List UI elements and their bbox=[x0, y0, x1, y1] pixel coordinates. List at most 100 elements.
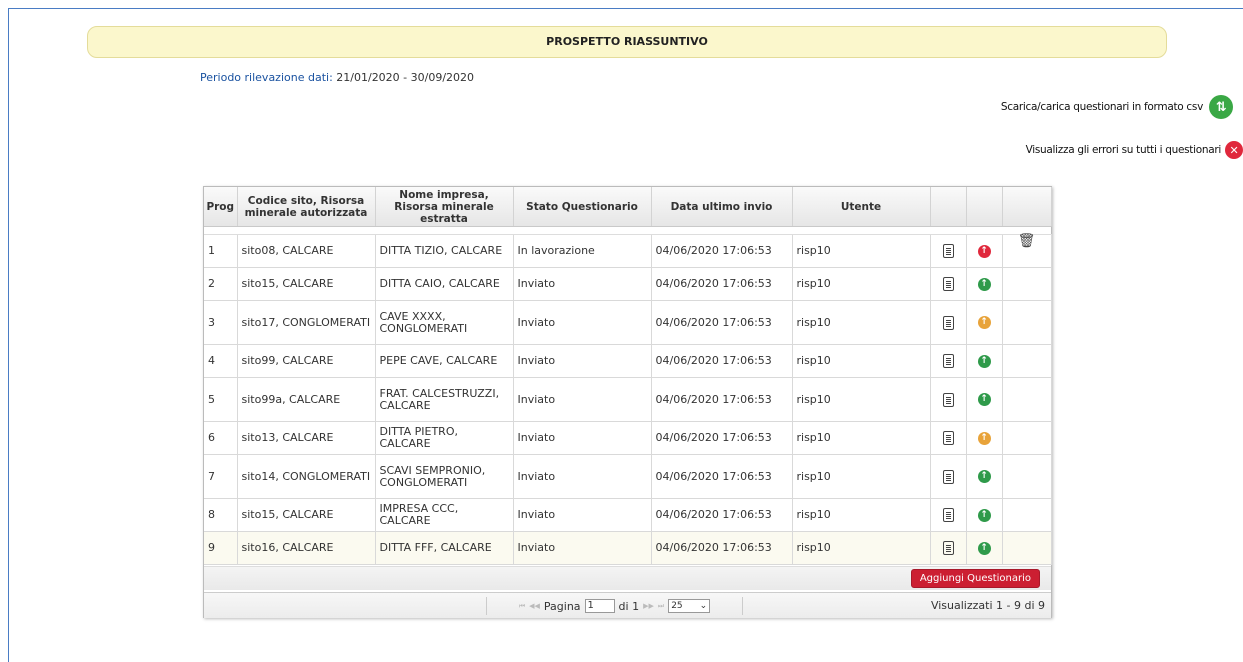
first-page-icon[interactable]: ⏮ bbox=[519, 602, 525, 611]
col-header-prog[interactable]: Prog bbox=[204, 187, 238, 227]
cell-status: ↑ bbox=[966, 234, 1003, 268]
page-size-value: 25 bbox=[671, 601, 683, 611]
pager: ⏮ ◀◀ Pagina 1 di 1 ▶▶ ⏭ 25 ⌄ bbox=[486, 597, 743, 615]
cell-doc bbox=[930, 531, 967, 565]
upload-download-icon[interactable]: ⇅ bbox=[1209, 95, 1233, 119]
col-header-doc bbox=[930, 187, 967, 227]
document-icon[interactable] bbox=[942, 244, 954, 258]
col-header-utente[interactable]: Utente bbox=[792, 187, 931, 227]
header-gap-row bbox=[204, 226, 1051, 235]
page-title: PROSPETTO RIASSUNTIVO bbox=[546, 35, 708, 48]
errors-action[interactable]: Visualizza gli errori su tutti i questio… bbox=[1026, 138, 1243, 162]
cell-utente: risp10 bbox=[792, 377, 931, 422]
cell-data: 04/06/2020 17:06:53 bbox=[651, 531, 793, 565]
cell-prog: 1 bbox=[204, 234, 238, 268]
cell-doc bbox=[930, 267, 967, 301]
cell-stato: Inviato bbox=[513, 377, 652, 422]
next-page-icon[interactable]: ▶▶ bbox=[643, 602, 654, 610]
cell-prog: 5 bbox=[204, 377, 238, 422]
trash-icon[interactable]: 🗑 bbox=[1018, 233, 1036, 249]
green-up-arrow-icon[interactable]: ↑ bbox=[977, 393, 991, 406]
table-row[interactable]: 6 sito13, CALCARE DITTA PIETRO, CALCARE Inv… bbox=[204, 421, 1052, 455]
last-page-icon[interactable]: ⏭ bbox=[658, 602, 664, 611]
cell-status: ↑ bbox=[966, 498, 1003, 532]
table-row[interactable]: 3 sito17, CONGLOMERATI CAVE XXXX, CONGLOME… bbox=[204, 300, 1052, 345]
document-icon[interactable] bbox=[942, 431, 954, 445]
cell-status: ↑ bbox=[966, 531, 1003, 565]
cell-utente: risp10 bbox=[792, 234, 931, 268]
col-header-nome[interactable]: Nome impresa, Risorsa minerale estratta bbox=[375, 187, 514, 227]
table-row[interactable]: 9 sito16, CALCARE DITTA FFF, CALCARE Inviat… bbox=[204, 531, 1052, 565]
cell-status: ↑ bbox=[966, 267, 1003, 301]
cell-utente: risp10 bbox=[792, 531, 931, 565]
green-up-arrow-icon[interactable]: ↑ bbox=[977, 508, 991, 522]
cell-codice: sito08, CALCARE bbox=[237, 234, 376, 268]
period-label: Periodo rilevazione dati: bbox=[200, 71, 333, 84]
document-icon[interactable] bbox=[942, 541, 954, 555]
col-header-codice[interactable]: Codice sito, Risorsa minerale autorizzat… bbox=[237, 187, 376, 227]
table-row[interactable]: 8 sito15, CALCARE IMPRESA CCC, CALCARE Invi… bbox=[204, 498, 1052, 532]
green-up-arrow-icon[interactable]: ↑ bbox=[977, 541, 991, 555]
view-info: Visualizzati 1 - 9 di 9 bbox=[930, 599, 1045, 612]
cell-prog: 7 bbox=[204, 454, 238, 499]
cell-delete bbox=[1002, 267, 1052, 301]
cell-status: ↑ bbox=[966, 377, 1003, 422]
page-input[interactable]: 1 bbox=[584, 599, 615, 613]
cell-status: ↑ bbox=[966, 421, 1003, 455]
green-up-arrow-icon[interactable]: ↑ bbox=[977, 470, 991, 483]
cell-doc bbox=[930, 498, 967, 532]
cell-delete bbox=[1002, 498, 1052, 532]
cell-delete: 🗑 bbox=[1002, 233, 1052, 268]
cell-codice: sito16, CALCARE bbox=[237, 531, 376, 565]
cell-data: 04/06/2020 17:06:53 bbox=[651, 454, 793, 499]
cell-doc bbox=[930, 300, 967, 345]
table-row[interactable]: 7 sito14, CONGLOMERATI SCAVI SEMPRONIO, CO… bbox=[204, 454, 1052, 499]
cell-doc bbox=[930, 454, 967, 499]
orange-up-arrow-icon[interactable]: ↑ bbox=[977, 316, 991, 329]
cell-data: 04/06/2020 17:06:53 bbox=[651, 377, 793, 422]
cell-nome: SCAVI SEMPRONIO, CONGLOMERATI bbox=[375, 454, 514, 499]
cell-delete bbox=[1002, 531, 1052, 565]
page-size-select[interactable]: 25 ⌄ bbox=[668, 599, 711, 613]
cell-delete bbox=[1002, 344, 1052, 378]
col-header-stato[interactable]: Stato Questionario bbox=[513, 187, 652, 227]
col-header-data[interactable]: Data ultimo invio bbox=[651, 187, 793, 227]
document-icon[interactable] bbox=[942, 277, 954, 291]
cell-doc bbox=[930, 234, 967, 268]
add-questionnaire-button[interactable]: Aggiungi Questionario bbox=[910, 569, 1040, 588]
cell-codice: sito99a, CALCARE bbox=[237, 377, 376, 422]
cell-nome: FRAT. CALCESTRUZZI, CALCARE bbox=[375, 377, 514, 422]
cell-codice: sito99, CALCARE bbox=[237, 344, 376, 378]
document-icon[interactable] bbox=[942, 508, 954, 522]
table-row[interactable]: 4 sito99, CALCARE PEPE CAVE, CALCARE Inviat… bbox=[204, 344, 1052, 378]
cell-doc bbox=[930, 421, 967, 455]
cell-prog: 6 bbox=[204, 421, 238, 455]
document-icon[interactable] bbox=[942, 354, 954, 368]
table-row[interactable]: 5 sito99a, CALCARE FRAT. CALCESTRUZZI, CAL… bbox=[204, 377, 1052, 422]
cell-doc bbox=[930, 377, 967, 422]
page-title-banner: PROSPETTO RIASSUNTIVO bbox=[87, 26, 1167, 58]
orange-up-arrow-icon[interactable]: ↑ bbox=[977, 431, 991, 445]
questionnaire-grid: Prog Codice sito, Risorsa minerale autor… bbox=[203, 186, 1052, 618]
green-up-arrow-icon[interactable]: ↑ bbox=[977, 354, 991, 368]
cell-nome: DITTA TIZIO, CALCARE bbox=[375, 234, 514, 268]
cell-utente: risp10 bbox=[792, 267, 931, 301]
cell-data: 04/06/2020 17:06:53 bbox=[651, 344, 793, 378]
csv-action[interactable]: Scarica/carica questionari in formato cs… bbox=[1001, 94, 1233, 120]
table-row[interactable]: 1 sito08, CALCARE DITTA TIZIO, CALCARE In l… bbox=[204, 233, 1052, 268]
cell-codice: sito15, CALCARE bbox=[237, 267, 376, 301]
error-close-icon[interactable]: ✕ bbox=[1225, 141, 1243, 159]
green-up-arrow-icon[interactable]: ↑ bbox=[977, 277, 991, 291]
grid-toolbar: Aggiungi Questionario bbox=[204, 566, 1051, 590]
cell-data: 04/06/2020 17:06:53 bbox=[651, 234, 793, 268]
document-icon[interactable] bbox=[942, 315, 954, 330]
prev-page-icon[interactable]: ◀◀ bbox=[529, 602, 540, 610]
questionnaire-table: Prog Codice sito, Risorsa minerale autor… bbox=[204, 187, 1052, 565]
cell-prog: 4 bbox=[204, 344, 238, 378]
red-up-arrow-icon[interactable]: ↑ bbox=[977, 244, 991, 258]
cell-prog: 9 bbox=[204, 531, 238, 565]
gap-cell bbox=[204, 226, 1051, 235]
document-icon[interactable] bbox=[942, 469, 954, 484]
document-icon[interactable] bbox=[942, 392, 954, 407]
table-row[interactable]: 2 sito15, CALCARE DITTA CAIO, CALCARE Invia… bbox=[204, 267, 1052, 301]
